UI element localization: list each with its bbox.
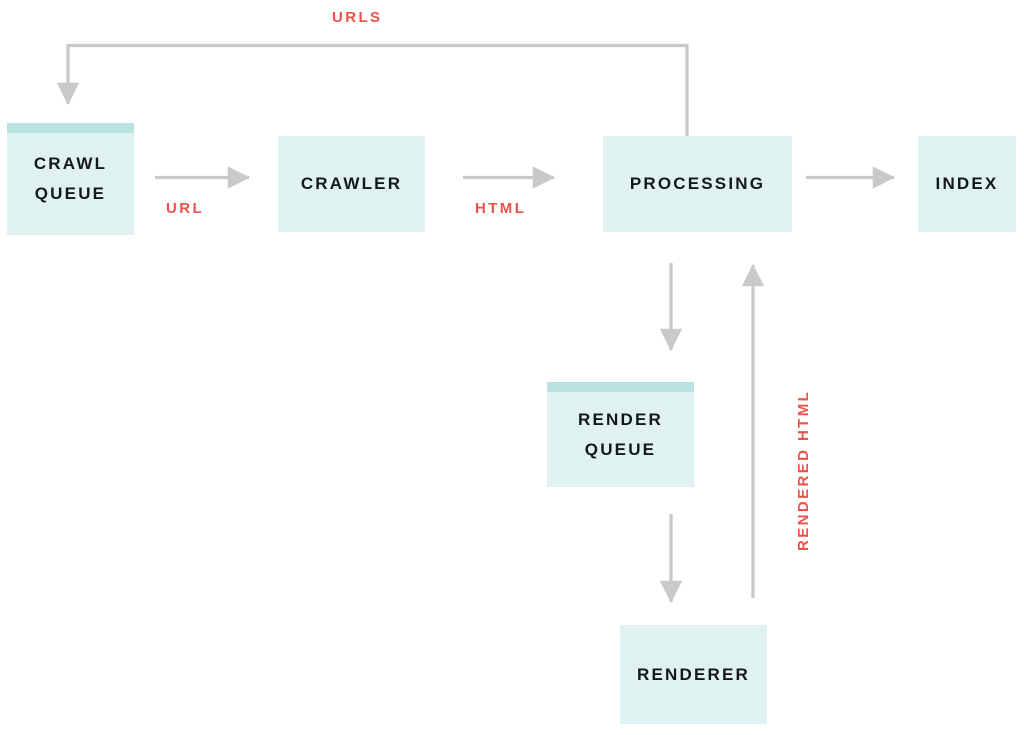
edge-label-rendered-html: RENDERED HTML bbox=[795, 389, 812, 551]
node-label-processing: PROCESSING bbox=[629, 174, 766, 193]
node-processing[interactable]: PROCESSING bbox=[603, 136, 792, 232]
node-label-crawl-queue: CRAWL QUEUE bbox=[33, 154, 108, 203]
flow-connectors bbox=[56, 43, 896, 604]
node-label-render-queue: RENDER QUEUE bbox=[578, 409, 663, 459]
node-render-queue[interactable]: RENDER QUEUE bbox=[547, 382, 694, 487]
node-crawl-queue[interactable]: CRAWL QUEUE bbox=[7, 123, 134, 235]
node-crawler[interactable]: CRAWLER bbox=[278, 136, 425, 232]
node-index[interactable]: INDEX bbox=[918, 136, 1016, 232]
connector-urls bbox=[56, 43, 689, 136]
node-label-renderer: RENDERER bbox=[636, 664, 750, 684]
node-renderer[interactable]: RENDERER bbox=[620, 625, 767, 724]
edge-label-urls: URLS bbox=[332, 9, 383, 26]
node-top-bar bbox=[547, 382, 694, 392]
edge-label-url: URL bbox=[166, 200, 205, 217]
node-label-index: INDEX bbox=[935, 174, 999, 193]
diagram-canvas: CRAWL QUEUE CRAWLER PROCESSING INDEX REN… bbox=[0, 0, 1024, 735]
node-top-bar bbox=[7, 123, 134, 133]
node-label-crawler: CRAWLER bbox=[300, 174, 403, 193]
edge-label-html: HTML bbox=[475, 200, 527, 217]
